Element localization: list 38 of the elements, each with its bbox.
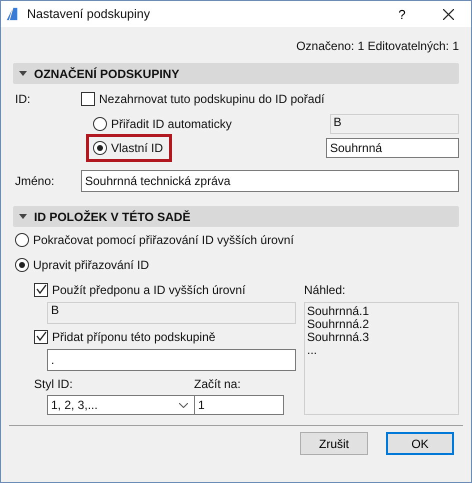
selection-info: Označeno: 1 Editovatelných: 1 [296,39,459,53]
mode-radio[interactable] [15,232,29,246]
name-field[interactable]: Souhrnná technická zpráva [81,170,459,192]
style-dropdown[interactable]: 1, 2, 3,... [47,395,197,415]
radio-label: Pokračovat pomocí přiřazování ID vyšších úrovní [33,232,294,246]
id-radio[interactable] [93,141,107,155]
start-field[interactable]: 1 [194,395,284,415]
mode-radio[interactable] [15,258,29,272]
preview-line: Souhrnná.2 [307,318,370,331]
close-icon [442,8,454,20]
section-header[interactable]: ID POLOŽEK V TÉTO SADĚ [13,206,459,227]
chevron-down-icon [179,402,188,408]
exclude-checkbox[interactable] [81,92,95,106]
dialog-button[interactable]: OK [386,432,454,455]
radio-label: Upravit přiřazování ID [33,258,150,272]
dialog-button[interactable]: Zrušit [300,432,368,455]
help-button[interactable]: ? [379,1,425,27]
section-header[interactable]: OZNAČENÍ PODSKUPINY [13,63,459,84]
suffix-field[interactable]: . [47,349,296,371]
preview-label: Náhled: [304,282,346,298]
exclude-label: Nezahrnovat tuto podskupinu do ID pořadí [99,92,324,106]
collapse-arrow-icon [19,71,27,76]
preview-line: ... [307,344,318,357]
start-label: Začít na: [194,377,242,391]
radio-label: Vlastní ID [111,141,164,155]
id-field[interactable]: Souhrnná [326,138,459,158]
radio-label: Přiřadit ID automaticky [111,117,232,131]
suffix-checkbox[interactable] [34,330,48,344]
window-title: Nastavení podskupiny [27,7,151,21]
preview-line: Souhrnná.3 [307,331,370,344]
app-logo-icon [5,6,19,22]
prefix-label: Použít předponu a ID vyšších úrovní [52,282,246,296]
preview-line: Souhrnná.1 [307,305,370,318]
suffix-label: Přidat příponu této podskupině [52,330,216,344]
collapse-arrow-icon [19,214,27,219]
name-label: Jméno: [14,174,56,188]
style-label: Styl ID: [34,377,74,391]
id-label: ID: [14,92,32,106]
